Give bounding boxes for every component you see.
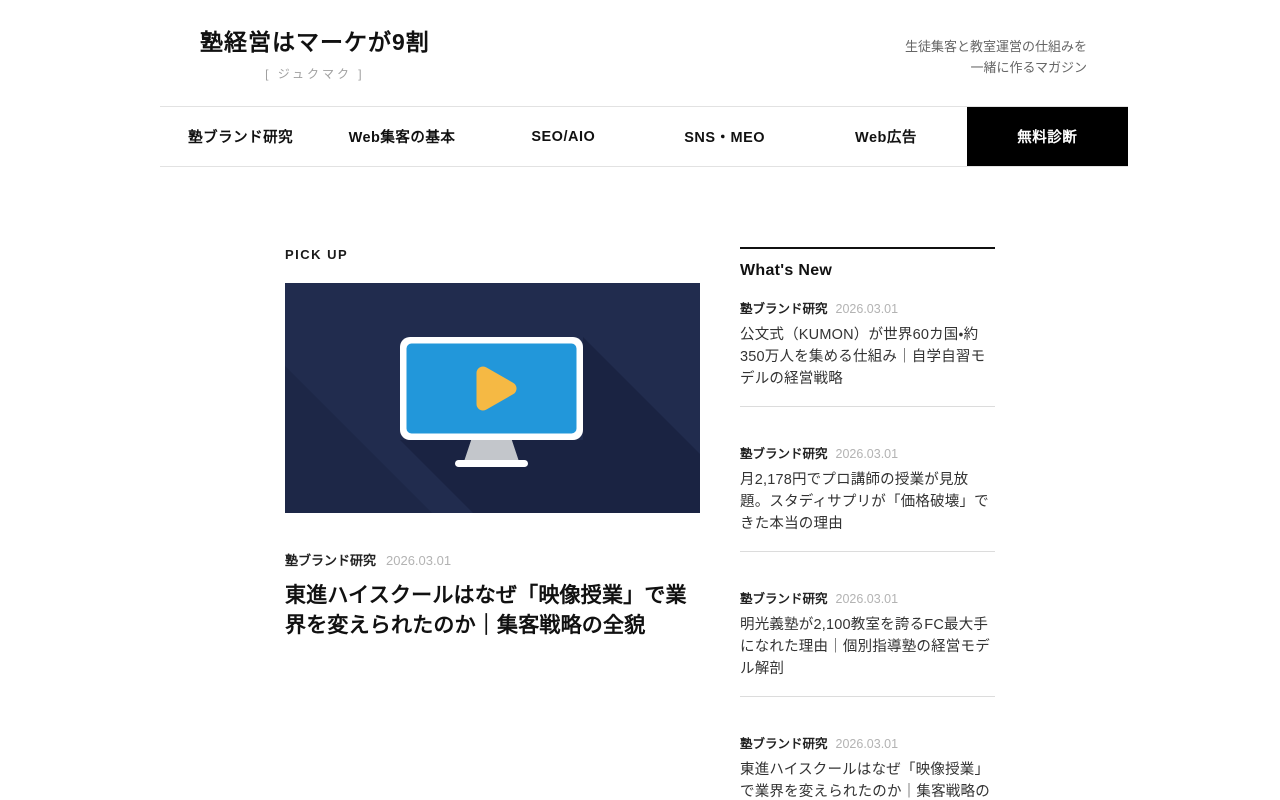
sidebar-article-category[interactable]: 塾ブランド研究: [740, 443, 828, 462]
sidebar-article[interactable]: 塾ブランド研究 2026.03.01 明光義塾が2,100教室を誇るFC最大手に…: [740, 552, 995, 697]
featured-article-title[interactable]: 東進ハイスクールはなぜ「映像授業」で業界を変えられたのか｜集客戦略の全貌: [285, 581, 700, 641]
site-header: 塾経営はマーケが9割 [ ジュクマク ] 生徒集客と教室運営の仕組みを 一緒に作…: [160, 0, 1128, 106]
sidebar-article-date: 2026.03.01: [836, 737, 899, 751]
nav-item-web-acquisition-basics[interactable]: Web集客の基本: [321, 107, 482, 166]
site-tagline-line2: 一緒に作るマガジン: [905, 57, 1087, 78]
sidebar-article-date: 2026.03.01: [836, 447, 899, 461]
featured-article-thumbnail[interactable]: [285, 283, 700, 513]
sidebar-article-title[interactable]: 東進ハイスクールはなぜ「映像授業」で業界を変えられたのか｜集客戦略の全貌: [740, 759, 995, 800]
site-subtitle: [ ジュクマク ]: [200, 65, 430, 82]
sidebar-article-meta: 塾ブランド研究 2026.03.01: [740, 588, 995, 607]
nav-item-brand-research[interactable]: 塾ブランド研究: [160, 107, 321, 166]
whats-new-heading: What's New: [740, 249, 995, 280]
site-tagline: 生徒集客と教室運営の仕組みを 一緒に作るマガジン: [905, 36, 1087, 78]
sidebar-article-title[interactable]: 明光義塾が2,100教室を誇るFC最大手になれた理由｜個別指導塾の経営モデル解剖: [740, 614, 995, 680]
sidebar-article-category[interactable]: 塾ブランド研究: [740, 298, 828, 317]
site-tagline-line1: 生徒集客と教室運営の仕組みを: [905, 36, 1087, 57]
nav-item-free-diagnosis-button[interactable]: 無料診断: [967, 107, 1128, 166]
site-title: 塾経営はマーケが9割: [200, 28, 430, 56]
monitor-illustration: [285, 283, 700, 513]
content-area: PICK UP 塾ブランド研究 2026.03.01 東進ハイスクールはなぜ「映…: [285, 167, 995, 800]
sidebar-article-category[interactable]: 塾ブランド研究: [740, 733, 828, 752]
sidebar-article-meta: 塾ブランド研究 2026.03.01: [740, 443, 995, 462]
featured-date: 2026.03.01: [386, 553, 451, 568]
sidebar-article[interactable]: 塾ブランド研究 2026.03.01 東進ハイスクールはなぜ「映像授業」で業界を…: [740, 697, 995, 800]
site-brand[interactable]: 塾経営はマーケが9割 [ ジュクマク ]: [200, 28, 430, 82]
sidebar-article[interactable]: 塾ブランド研究 2026.03.01 公文式（KUMON）が世界60カ国・約35…: [740, 298, 995, 407]
pickup-section: PICK UP 塾ブランド研究 2026.03.01 東進ハイスクールはなぜ「映…: [285, 247, 700, 800]
sidebar-article[interactable]: 塾ブランド研究 2026.03.01 月2,178円でプロ講師の授業が見放題。ス…: [740, 407, 995, 552]
main-nav: 塾ブランド研究 Web集客の基本 SEO/AIO SNS・MEO Web広告 無…: [160, 106, 1128, 167]
sidebar-article-date: 2026.03.01: [836, 302, 899, 316]
nav-item-web-ads[interactable]: Web広告: [805, 107, 966, 166]
sidebar-article-title[interactable]: 月2,178円でプロ講師の授業が見放題。スタディサプリが「価格破壊」できた本当の…: [740, 469, 995, 535]
sidebar-article-title[interactable]: 公文式（KUMON）が世界60カ国・約350万人を集める仕組み｜自学自習モデルの…: [740, 324, 995, 390]
nav-item-seo-aio[interactable]: SEO/AIO: [483, 107, 644, 166]
nav-item-sns-meo[interactable]: SNS・MEO: [644, 107, 805, 166]
sidebar-article-meta: 塾ブランド研究 2026.03.01: [740, 298, 995, 317]
sidebar-article-meta: 塾ブランド研究 2026.03.01: [740, 733, 995, 752]
featured-article-meta: 塾ブランド研究 2026.03.01: [285, 550, 700, 569]
sidebar-article-category[interactable]: 塾ブランド研究: [740, 588, 828, 607]
sidebar-article-date: 2026.03.01: [836, 592, 899, 606]
pickup-label: PICK UP: [285, 247, 700, 262]
whats-new-sidebar: What's New 塾ブランド研究 2026.03.01 公文式（KUMON）…: [740, 247, 995, 800]
featured-category-link[interactable]: 塾ブランド研究: [285, 550, 376, 569]
page-container: 塾経営はマーケが9割 [ ジュクマク ] 生徒集客と教室運営の仕組みを 一緒に作…: [160, 0, 1128, 800]
monitor-base: [455, 460, 528, 467]
